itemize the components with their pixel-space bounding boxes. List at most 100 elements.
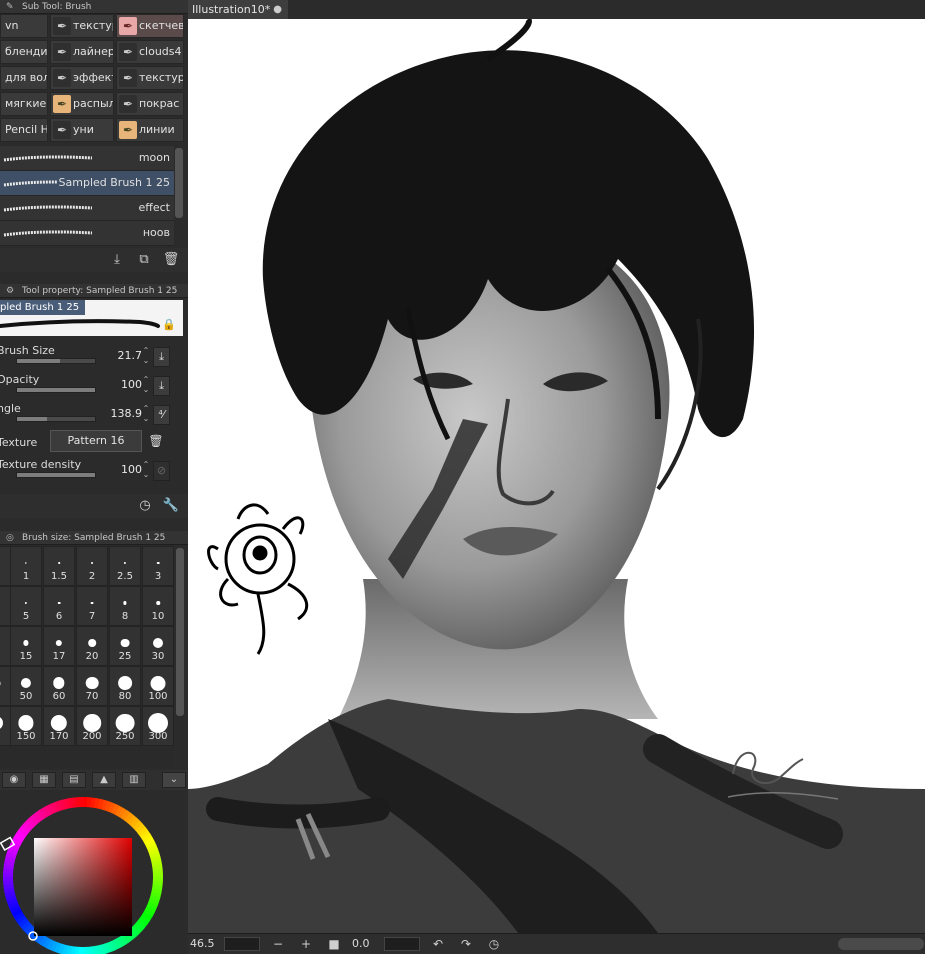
subtool-item[interactable]: Pencil H bbox=[0, 118, 48, 142]
brush-size-cell[interactable]: 170 bbox=[43, 706, 75, 746]
subtool-item[interactable]: ✒ скетчев bbox=[116, 14, 184, 38]
reset-icon[interactable]: ◷ bbox=[136, 497, 154, 515]
brush-size-cell[interactable]: 10 bbox=[142, 586, 174, 626]
fit-view-icon[interactable]: ■ bbox=[326, 936, 342, 952]
texture-density-spinner[interactable]: ⌃ ⌄ bbox=[141, 460, 151, 482]
brush-size-cell[interactable]: 60 bbox=[43, 666, 75, 706]
brush-size-cell[interactable]: 50 bbox=[10, 666, 42, 706]
subtool-item[interactable]: для вол bbox=[0, 66, 48, 90]
wrench-icon[interactable]: 🔧 bbox=[162, 497, 180, 515]
brush-size-cell[interactable]: 7 bbox=[76, 586, 108, 626]
texture-density-slider[interactable] bbox=[16, 472, 96, 478]
canvas[interactable] bbox=[188, 19, 925, 933]
rotation-slider[interactable] bbox=[384, 937, 420, 951]
brush-size-cell[interactable]: 300 bbox=[142, 706, 174, 746]
brush-list-item[interactable]: effect bbox=[0, 196, 174, 221]
subtool-item[interactable]: ✒ лайнер bbox=[50, 40, 114, 64]
brush-size-dot bbox=[57, 601, 61, 605]
brush-size-cell[interactable]: 2 bbox=[76, 546, 108, 586]
angle-slider[interactable] bbox=[16, 416, 96, 422]
brush-size-cell[interactable]: 15 bbox=[10, 626, 42, 666]
subtool-item[interactable]: ✒текстур bbox=[116, 66, 184, 90]
texture-pattern-button[interactable]: Pattern 16 bbox=[50, 430, 142, 452]
intermediate-color-tab-icon[interactable]: ▤ bbox=[62, 772, 86, 788]
lock-icon[interactable]: 🔒 bbox=[162, 318, 176, 331]
brush-size-cell[interactable]: 1 bbox=[10, 546, 42, 586]
angle-label: ngle bbox=[0, 402, 21, 415]
brush-size-cell[interactable]: 100 bbox=[142, 666, 174, 706]
brush-size-cell[interactable]: 250 bbox=[109, 706, 141, 746]
brush-size-cell[interactable]: 6 bbox=[43, 586, 75, 626]
subtool-item[interactable]: ✒эффект bbox=[50, 66, 114, 90]
angle-spinner[interactable]: ⌃ ⌄ bbox=[141, 404, 151, 426]
brush-size-cell[interactable]: 30 bbox=[142, 626, 174, 666]
brush-size-cell[interactable]: 5 bbox=[10, 586, 42, 626]
opacity-slider[interactable] bbox=[16, 387, 96, 393]
subtool-item[interactable]: ✒текстур bbox=[50, 14, 114, 38]
subtool-item[interactable]: мягкие bbox=[0, 92, 48, 116]
subtool-item[interactable]: ✒ линии bbox=[116, 118, 184, 142]
brush-size-cell[interactable]: 70 bbox=[76, 666, 108, 706]
brush-size-cell[interactable]: 25 bbox=[109, 626, 141, 666]
duplicate-subtool-icon[interactable]: ⧉ bbox=[135, 251, 153, 269]
brush-list-item[interactable]: ноов bbox=[0, 221, 174, 246]
brush-size-dot bbox=[150, 675, 166, 691]
pressure-icon[interactable]: ⤓ bbox=[153, 347, 170, 367]
subtool-item-label: блендин bbox=[5, 45, 47, 58]
brush-size-cell[interactable]: 80 bbox=[109, 666, 141, 706]
brush-size-slider[interactable] bbox=[16, 358, 96, 364]
color-wheel-graphic bbox=[0, 797, 163, 954]
color-wheel-tab-icon[interactable]: ◉ bbox=[2, 772, 26, 788]
color-wheel[interactable] bbox=[0, 792, 188, 954]
texture-density-row: Texture density 100 ⌃ ⌄ ⊘ bbox=[0, 458, 188, 486]
rotate-left-icon[interactable]: ↶ bbox=[430, 936, 446, 952]
angle-dynamics-icon[interactable]: ⁴⁄ bbox=[153, 405, 170, 425]
color-set-tab-icon[interactable]: ▦ bbox=[32, 772, 56, 788]
disabled-icon: ⊘ bbox=[153, 461, 170, 481]
rotate-right-icon[interactable]: ↷ bbox=[458, 936, 474, 952]
brush-size-cell[interactable]: 3 bbox=[142, 546, 174, 586]
zoom-value[interactable]: 46.5 bbox=[190, 937, 215, 950]
opacity-spinner[interactable]: ⌃ ⌄ bbox=[141, 375, 151, 397]
rotation-value[interactable]: 0.0 bbox=[352, 937, 370, 950]
zoom-out-icon[interactable]: − bbox=[270, 936, 286, 952]
status-bar: 46.5 − + ■ 0.0 ↶ ↷ ◷ bbox=[188, 933, 925, 954]
reset-rotation-icon[interactable]: ◷ bbox=[486, 936, 502, 952]
brush-size-cell[interactable]: 20 bbox=[76, 626, 108, 666]
subtool-item[interactable]: блендин bbox=[0, 40, 48, 64]
brush-size-scrollbar[interactable] bbox=[176, 548, 184, 716]
subtool-item[interactable]: ✒ уни bbox=[50, 118, 114, 142]
brush-size-cell[interactable]: 150 bbox=[10, 706, 42, 746]
chevron-down-icon[interactable]: ⌄ bbox=[162, 772, 186, 788]
brush-size-cell-label: 250 bbox=[115, 731, 135, 742]
pen-icon: ✒ bbox=[53, 69, 71, 87]
subtool-item[interactable]: vn bbox=[0, 14, 48, 38]
subtool-item-label: линии bbox=[139, 123, 175, 136]
subtool-item-label: уни bbox=[73, 123, 94, 136]
brush-size-cell[interactable]: 200 bbox=[76, 706, 108, 746]
document-tab[interactable]: Illustration10* ● bbox=[188, 0, 288, 19]
close-icon[interactable]: ● bbox=[273, 0, 282, 19]
brush-size-cell[interactable]: 17 bbox=[43, 626, 75, 666]
brush-size-cell[interactable]: 1.5 bbox=[43, 546, 75, 586]
subtool-item[interactable]: ✒ покрас bbox=[116, 92, 184, 116]
approximate-color-tab-icon[interactable]: ▲ bbox=[92, 772, 116, 788]
brush-size-cell[interactable]: 2.5 bbox=[109, 546, 141, 586]
save-subtool-icon[interactable]: ⤓ bbox=[108, 251, 126, 269]
color-history-tab-icon[interactable]: ▥ bbox=[122, 772, 146, 788]
subtool-item[interactable]: ✒ clouds4 bbox=[116, 40, 184, 64]
brush-list-item[interactable]: moon bbox=[0, 146, 174, 171]
subtool-item[interactable]: ✒ распыл bbox=[50, 92, 114, 116]
brush-size-cell[interactable]: 8 bbox=[109, 586, 141, 626]
trash-icon[interactable]: 🗑 bbox=[162, 251, 180, 269]
zoom-slider[interactable] bbox=[224, 937, 260, 951]
trash-icon[interactable]: 🗑 bbox=[148, 432, 164, 450]
horizontal-scrollbar[interactable] bbox=[838, 938, 924, 950]
brush-list-scrollbar[interactable] bbox=[175, 148, 183, 218]
brush-size-dot bbox=[50, 714, 68, 732]
brush-list-item[interactable]: Sampled Brush 1 25 bbox=[0, 171, 174, 196]
zoom-in-icon[interactable]: + bbox=[298, 936, 314, 952]
pressure-icon[interactable]: ⤓ bbox=[153, 376, 170, 396]
brush-size-cell-label: 300 bbox=[148, 731, 168, 742]
brush-size-spinner[interactable]: ⌃ ⌄ bbox=[141, 346, 151, 368]
